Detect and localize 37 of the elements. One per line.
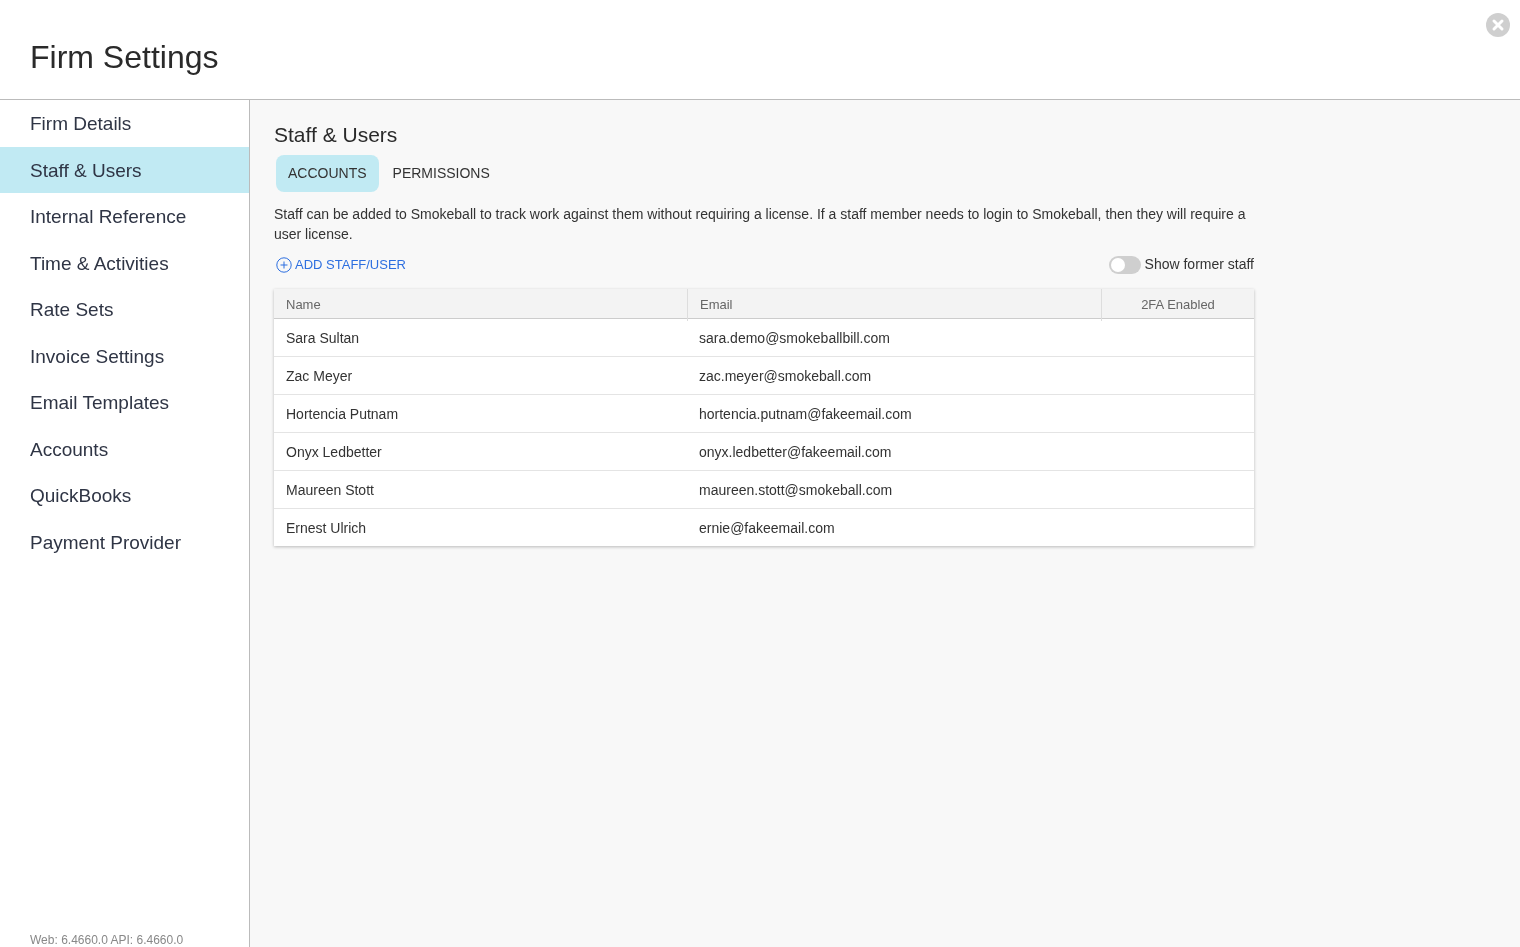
sidebar-item[interactable]: QuickBooks [0,472,249,519]
sidebar-item[interactable]: Accounts [0,425,249,472]
column-header: Name [285,296,322,315]
table-cell-text: sara.demo@smokeballbill.com [698,329,891,349]
tab[interactable]: ACCOUNTS [276,155,379,193]
table-cell-text: Ernest Ulrich [285,519,368,539]
column-header: Email [687,289,1101,321]
add-staff-link[interactable]: ADD STAFF/USER [274,254,406,275]
sidebar-item[interactable]: Payment Provider [0,518,249,565]
close-button[interactable] [1486,12,1510,36]
close-icon [1486,12,1510,37]
tab[interactable]: PERMISSIONS [380,155,502,193]
table-cell-text: ernie@fakeemail.com [698,519,836,539]
table-cell-text: Sara Sultan [285,329,361,349]
table-cell-text: onyx.ledbetter@fakeemail.com [698,443,893,463]
description-text: Staff can be added to Smokeball to track work against them without requiring a license. If a staff member needs to login to Smokeball, then they will require a user license. [274,205,1247,245]
sidebar-item[interactable]: Rate Sets [0,286,249,333]
window-title: Firm Settings [30,38,220,77]
version-text: Web: 6.4660.0 API: 6.4660.0 [29,933,185,947]
table-cell-text: zac.meyer@smokeball.com [698,367,873,387]
table-cell-text: maureen.stott@smokeball.com [698,481,894,501]
sidebar-item[interactable]: Firm Details [0,100,249,147]
column-header: 2FA Enabled [1101,289,1254,321]
table-cell-text: Onyx Ledbetter [285,443,383,463]
sidebar-item[interactable]: Staff & Users [0,146,249,193]
sidebar-item[interactable]: Email Templates [0,379,249,426]
toggle-switch[interactable] [1108,255,1141,274]
toggle-label: Show former staff [1144,255,1254,275]
sidebar-item[interactable]: Time & Activities [0,239,249,286]
sidebar-item[interactable]: Invoice Settings [0,332,249,379]
section-title: Staff & Users [274,122,399,148]
table-cell-text: Hortencia Putnam [285,405,400,425]
table-cell-text: hortencia.putnam@fakeemail.com [698,405,913,425]
sidebar-item[interactable]: Internal Reference [0,193,249,240]
table-cell-text: Zac Meyer [285,367,354,387]
table-cell-text: Maureen Stott [285,481,375,501]
plus-circle-icon [276,256,292,273]
